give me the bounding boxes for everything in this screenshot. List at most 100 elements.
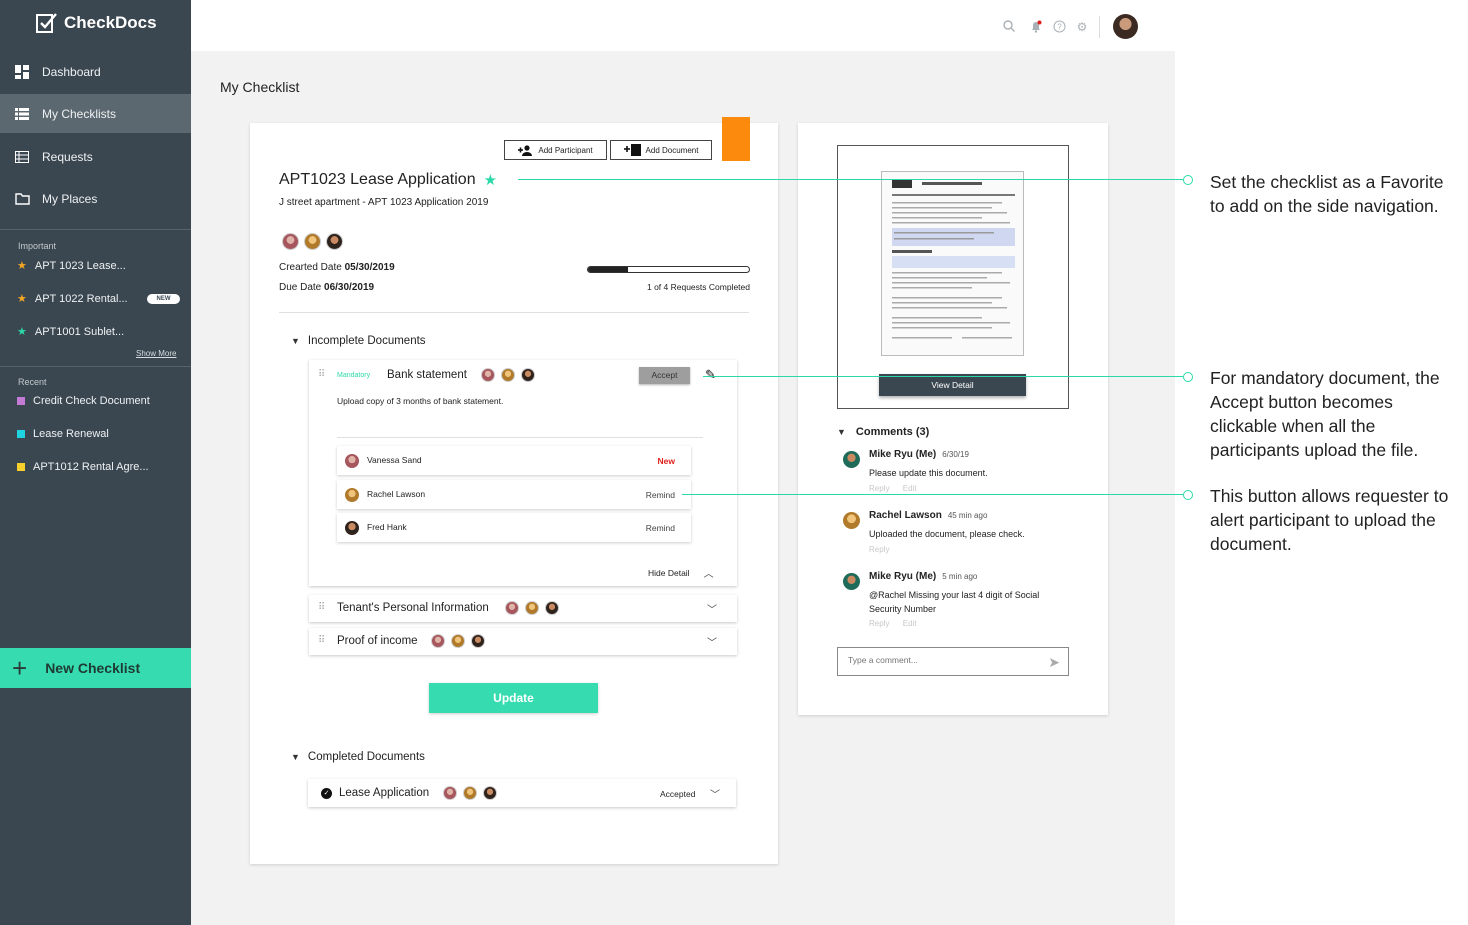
comment-text: Please update this document. bbox=[869, 468, 988, 478]
important-item-apt1001[interactable]: ★ APT1001 Sublet... bbox=[17, 325, 124, 339]
chevron-down-icon[interactable]: ﹀ bbox=[707, 634, 717, 649]
new-checklist-button[interactable]: + New Checklist bbox=[0, 648, 191, 688]
bank-statement-card: ⠿ Mandatory Bank statement Accept ✎ Uplo… bbox=[309, 360, 737, 586]
due-date: Due Date 06/30/2019 bbox=[279, 282, 374, 293]
search-icon[interactable] bbox=[1002, 20, 1016, 34]
comment-input[interactable] bbox=[848, 655, 1028, 665]
edit-pencil-icon[interactable]: ✎ bbox=[705, 367, 716, 383]
status-new: New bbox=[657, 456, 675, 466]
plus-icon: + bbox=[12, 653, 28, 683]
proof-of-income-card[interactable]: ⠿ Proof of income ﹀ bbox=[309, 628, 737, 655]
annotation-remind: This button allows requester to alert pa… bbox=[1210, 486, 1449, 554]
remind-button[interactable]: Remind bbox=[646, 490, 675, 500]
important-item-apt1022[interactable]: ★ APT 1022 Rental... bbox=[17, 292, 128, 306]
document-name: Proof of income bbox=[337, 635, 418, 647]
add-person-icon bbox=[518, 144, 533, 156]
participant-row: Vanessa Sand New bbox=[337, 446, 691, 475]
comment: Mike Ryu (Me) 6/30/19 Please update this … bbox=[843, 449, 1073, 495]
color-square-icon bbox=[17, 463, 25, 471]
caret-down-icon: ▼ bbox=[291, 752, 300, 762]
participant-avatars bbox=[505, 601, 559, 615]
drag-handle-icon[interactable]: ⠿ bbox=[318, 602, 325, 613]
reply-link[interactable]: Reply bbox=[869, 545, 889, 554]
remind-button[interactable]: Remind bbox=[646, 523, 675, 533]
settings-gear-icon[interactable]: ⚙ bbox=[1075, 20, 1089, 34]
avatar bbox=[843, 451, 860, 468]
drag-handle-icon[interactable]: ⠿ bbox=[318, 369, 325, 380]
app-logo[interactable]: CheckDocs bbox=[36, 12, 157, 34]
annotation-accept: For mandatory document, the Accept butto… bbox=[1210, 368, 1440, 460]
comment-text: Uploaded the document, please check. bbox=[869, 529, 1025, 539]
hide-detail-label: Hide Detail bbox=[648, 567, 690, 578]
user-avatar[interactable] bbox=[1113, 14, 1138, 39]
edit-link[interactable]: Edit bbox=[903, 619, 917, 628]
important-item-apt1023[interactable]: ★ APT 1023 Lease... bbox=[17, 259, 126, 273]
main-area: ? ⚙ My Checklist Add Participant Add Doc… bbox=[191, 0, 1175, 925]
recent-item-credit-check[interactable]: Credit Check Document bbox=[17, 395, 150, 407]
participant-avatars bbox=[282, 233, 343, 250]
update-button[interactable]: Update bbox=[429, 683, 598, 713]
completed-heading: Completed Documents bbox=[307, 751, 425, 763]
show-more-link[interactable]: Show More bbox=[136, 349, 176, 358]
add-document-button[interactable]: Add Document bbox=[610, 140, 712, 160]
send-icon[interactable]: ➤ bbox=[1048, 654, 1060, 671]
document-preview-frame: View Detail bbox=[837, 145, 1069, 409]
accept-button[interactable]: Accept bbox=[639, 367, 690, 384]
app-name: CheckDocs bbox=[64, 13, 157, 32]
incomplete-documents-toggle[interactable]: ▼ Incomplete Documents bbox=[291, 335, 426, 347]
participant-avatars bbox=[481, 368, 535, 382]
caret-down-icon: ▼ bbox=[291, 336, 300, 346]
sidebar-item-requests[interactable]: Requests bbox=[0, 137, 191, 176]
check-circle-icon: ✓ bbox=[321, 788, 332, 799]
add-participant-button[interactable]: Add Participant bbox=[504, 140, 607, 160]
chevron-down-icon[interactable]: ﹀ bbox=[710, 786, 720, 801]
participant-avatars bbox=[443, 786, 497, 800]
view-detail-button[interactable]: View Detail bbox=[879, 374, 1026, 396]
chevron-down-icon[interactable]: ﹀ bbox=[707, 601, 717, 616]
avatar bbox=[843, 573, 860, 590]
hide-detail-toggle[interactable]: Hide Detail ︿ bbox=[648, 565, 714, 581]
drag-handle-icon[interactable]: ⠿ bbox=[318, 635, 325, 646]
reply-link[interactable]: Reply bbox=[869, 484, 889, 493]
reply-link[interactable]: Reply bbox=[869, 619, 889, 628]
created-date: Crearted Date 05/30/2019 bbox=[279, 262, 395, 273]
comments-toggle[interactable]: ▼ Comments (3) bbox=[837, 426, 929, 438]
created-label: Crearted Date bbox=[279, 262, 342, 273]
document-name: Bank statement bbox=[387, 369, 467, 381]
edit-link[interactable]: Edit bbox=[903, 484, 917, 493]
annotation-dot bbox=[1183, 175, 1193, 185]
help-icon[interactable]: ? bbox=[1052, 20, 1066, 34]
sidebar-item-my-checklists[interactable]: My Checklists bbox=[0, 94, 191, 133]
favorite-star-icon[interactable]: ★ bbox=[484, 171, 497, 189]
sidebar-item-my-places[interactable]: My Places bbox=[0, 179, 191, 218]
notification-bell-icon[interactable] bbox=[1029, 20, 1043, 34]
orange-bookmark-tab[interactable] bbox=[722, 117, 750, 161]
tenant-info-card[interactable]: ⠿ Tenant's Personal Information ﹀ bbox=[309, 595, 737, 622]
avatar[interactable] bbox=[282, 233, 299, 250]
checklist-title: APT1023 Lease Application ★ bbox=[279, 171, 497, 189]
sidebar-item-label: Dashboard bbox=[42, 64, 101, 79]
add-document-label: Add Document bbox=[645, 145, 699, 155]
completed-documents-toggle[interactable]: ▼ Completed Documents bbox=[291, 751, 425, 763]
comment-time: 6/30/19 bbox=[942, 450, 969, 459]
sidebar-item-dashboard[interactable]: Dashboard bbox=[0, 52, 191, 91]
avatar[interactable] bbox=[326, 233, 343, 250]
comment-author: Mike Ryu (Me) 5 min ago bbox=[869, 571, 977, 582]
recent-item-lease-renewal[interactable]: Lease Renewal bbox=[17, 428, 109, 440]
progress-bar bbox=[587, 266, 750, 273]
important-item-label: APT 1023 Lease... bbox=[34, 259, 126, 272]
star-icon: ★ bbox=[17, 293, 27, 305]
comment-author-name: Mike Ryu (Me) bbox=[869, 449, 937, 460]
participant-name: Rachel Lawson bbox=[367, 489, 426, 499]
created-value: 05/30/2019 bbox=[344, 262, 395, 273]
logo-icon bbox=[36, 13, 57, 33]
due-value: 06/30/2019 bbox=[324, 282, 375, 293]
lease-application-card[interactable]: ✓ Lease Application Accepted ﹀ bbox=[308, 779, 736, 807]
annotation-connector bbox=[682, 494, 1183, 495]
document-thumbnail[interactable] bbox=[881, 171, 1024, 356]
recent-item-apt1012[interactable]: APT1012 Rental Agre... bbox=[17, 461, 149, 473]
sidebar-item-label: My Places bbox=[42, 191, 98, 206]
add-participant-label: Add Participant bbox=[538, 145, 593, 155]
avatar[interactable] bbox=[304, 233, 321, 250]
top-bar: ? ⚙ bbox=[191, 0, 1175, 51]
